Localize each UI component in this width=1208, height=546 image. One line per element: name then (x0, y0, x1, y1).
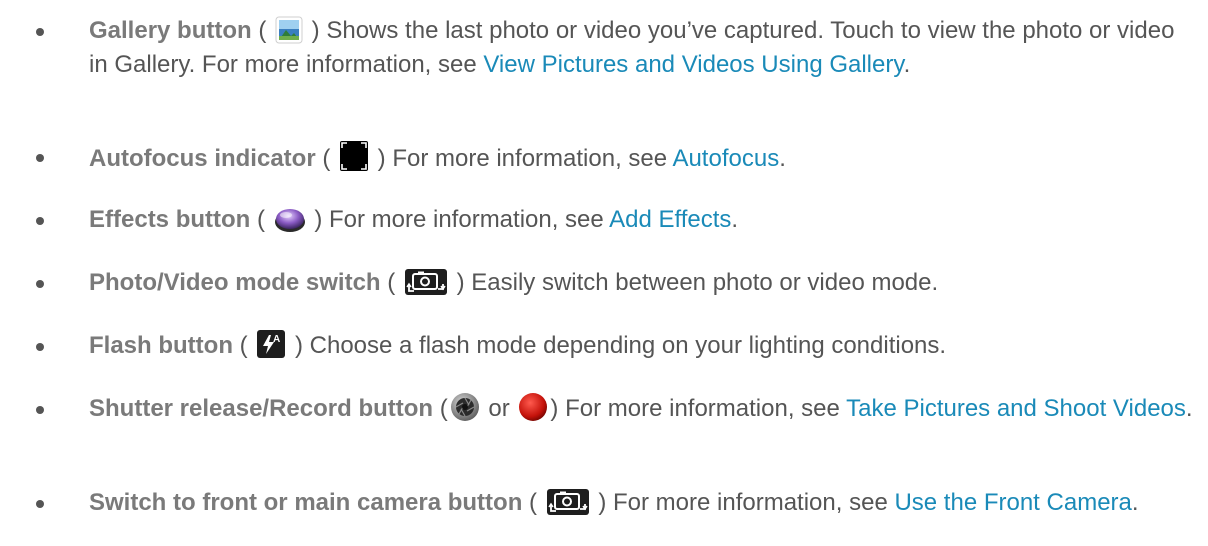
term-label: Switch to front or main camera button (89, 489, 523, 516)
bullet (36, 217, 44, 225)
term-label: Gallery button (89, 17, 252, 44)
bullet (36, 28, 44, 36)
term-label: Flash button (89, 332, 233, 359)
description: For more information, see (613, 489, 895, 516)
description: Choose a flash mode depending on your li… (309, 332, 947, 359)
flash-auto-icon: A (256, 329, 286, 359)
link-view-pictures-gallery[interactable]: View Pictures and Videos Using Gallery (483, 51, 903, 78)
description: For more information, see (565, 395, 847, 422)
bullet (36, 280, 44, 288)
link-autofocus[interactable]: Autofocus (672, 145, 779, 172)
record-icon (518, 392, 548, 422)
term-label: Photo/Video mode switch (89, 269, 381, 296)
autofocus-frame-icon (339, 140, 369, 172)
bullet (36, 500, 44, 508)
term-label: Shutter release/Record button (89, 395, 434, 422)
bullet (36, 154, 44, 162)
link-add-effects[interactable]: Add Effects (609, 206, 731, 233)
camera-switch-icon (404, 268, 448, 296)
term-label: Effects button (89, 206, 251, 233)
item-text: Effects button ( ) For more information,… (89, 206, 739, 233)
term-label: Autofocus indicator (89, 145, 316, 172)
svg-text:A: A (273, 334, 280, 345)
item-text: Gallery button ( ) Shows the last photo … (89, 16, 1175, 78)
effects-lens-icon (274, 207, 306, 233)
description: For more information, see (328, 206, 610, 233)
or-connector: or (488, 395, 510, 422)
description-end: . (1131, 489, 1139, 516)
description-end: . (1185, 395, 1193, 422)
description-end: . (903, 51, 911, 78)
description: For more information, see (392, 145, 673, 172)
bullet (36, 406, 44, 414)
description-end: . (731, 206, 739, 233)
item-text: Photo/Video mode switch ( ) Easily switc… (89, 268, 939, 296)
item-text: Flash button ( A ) Choose a flash mode d… (89, 329, 1199, 363)
camera-switch-icon (546, 488, 590, 516)
link-use-front-camera[interactable]: Use the Front Camera (894, 489, 1131, 516)
item-text: Switch to front or main camera button ( … (89, 488, 1139, 516)
description-end: . (779, 145, 786, 172)
description: Easily switch between photo or video mod… (471, 269, 939, 296)
bullet (36, 343, 44, 351)
link-take-pictures[interactable]: Take Pictures and Shoot Videos (846, 395, 1186, 422)
gallery-thumbnail-icon (275, 16, 303, 44)
shutter-icon (450, 392, 480, 422)
item-text: Shutter release/Record button ( or ) For… (89, 392, 1199, 426)
item-text: Autofocus indicator ( ) For more informa… (89, 140, 1199, 176)
